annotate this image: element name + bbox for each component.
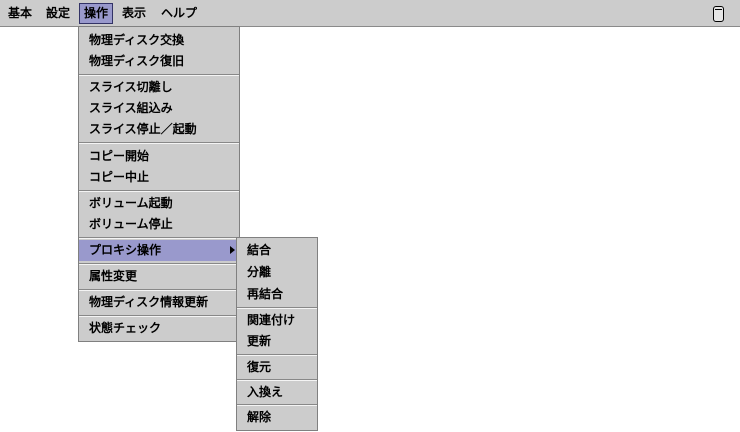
submenu-item-restore[interactable]: 復元 [237, 357, 317, 378]
menu-view[interactable]: 表示 [118, 4, 150, 23]
menu-separator [79, 237, 239, 239]
menu-item-check-status[interactable]: 状態チェック [79, 318, 239, 339]
menu-separator [79, 263, 239, 265]
menu-item-proxy-operation-label: プロキシ操作 [89, 243, 162, 257]
menu-separator [79, 315, 239, 317]
menu-basic[interactable]: 基本 [4, 4, 36, 23]
menu-item-restore-physical-disk[interactable]: 物理ディスク復旧 [79, 51, 239, 72]
menu-item-update-physical-disk-info[interactable]: 物理ディスク情報更新 [79, 292, 239, 313]
submenu-arrow-icon [230, 246, 235, 254]
menu-separator [79, 190, 239, 192]
menu-item-proxy-operation[interactable]: プロキシ操作 [79, 240, 239, 261]
menu-separator [237, 307, 317, 309]
proxy-submenu: 結合 分離 再結合 関連付け 更新 復元 入換え 解除 [236, 237, 318, 431]
menu-item-attach-slice[interactable]: スライス組込み [79, 98, 239, 119]
menu-item-start-copy[interactable]: コピー開始 [79, 146, 239, 167]
submenu-item-cancel[interactable]: 解除 [237, 407, 317, 428]
submenu-item-swap[interactable]: 入換え [237, 382, 317, 403]
menu-bar: 基本 設定 操作 表示 ヘルプ [0, 0, 740, 27]
menu-separator [79, 289, 239, 291]
operation-dropdown-menu: 物理ディスク交換 物理ディスク復旧 スライス切離し スライス組込み スライス停止… [78, 26, 240, 342]
menu-separator [237, 354, 317, 356]
menu-item-cancel-copy[interactable]: コピー中止 [79, 167, 239, 188]
menu-separator [79, 142, 239, 144]
submenu-item-relate[interactable]: 関連付け [237, 310, 317, 331]
menu-settings[interactable]: 設定 [42, 4, 74, 23]
menu-item-detach-slice[interactable]: スライス切離し [79, 77, 239, 98]
menu-help[interactable]: ヘルプ [157, 4, 201, 23]
menu-item-start-volume[interactable]: ボリューム起動 [79, 193, 239, 214]
menu-item-stop-start-slice[interactable]: スライス停止／起動 [79, 119, 239, 140]
menu-operation[interactable]: 操作 [79, 3, 114, 24]
submenu-item-separate[interactable]: 分離 [237, 262, 317, 283]
menu-item-stop-volume[interactable]: ボリューム停止 [79, 214, 239, 235]
submenu-item-join[interactable]: 結合 [237, 240, 317, 261]
menu-item-replace-physical-disk[interactable]: 物理ディスク交換 [79, 30, 239, 51]
menu-separator [79, 74, 239, 76]
menu-item-change-attributes[interactable]: 属性変更 [79, 266, 239, 287]
trash-can-icon[interactable] [713, 6, 724, 22]
menu-separator [237, 404, 317, 406]
menu-separator [237, 379, 317, 381]
submenu-item-update[interactable]: 更新 [237, 331, 317, 352]
submenu-item-rejoin[interactable]: 再結合 [237, 284, 317, 305]
